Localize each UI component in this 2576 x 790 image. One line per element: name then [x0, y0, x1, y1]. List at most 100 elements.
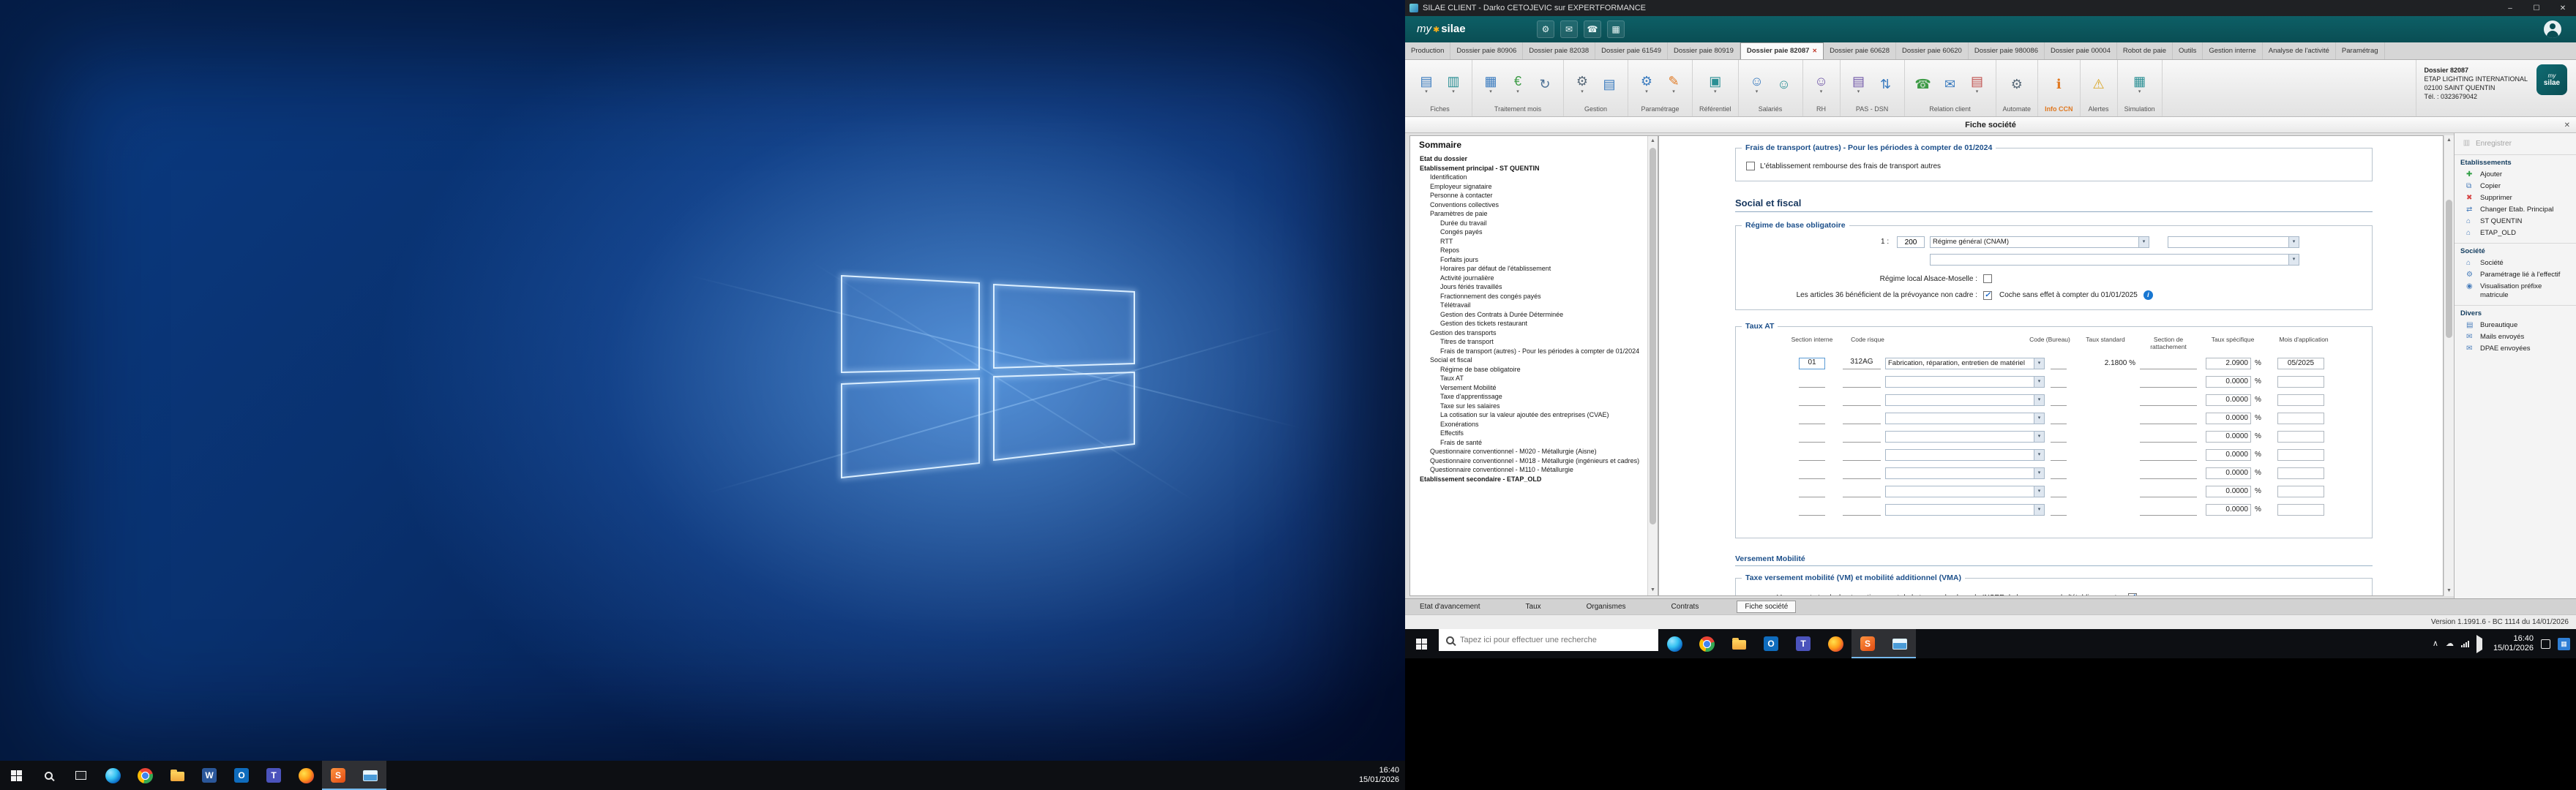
dossier-tab[interactable]: Dossier paie 80906: [1450, 42, 1523, 59]
dossier-tab[interactable]: Dossier paie 61549: [1595, 42, 1668, 59]
file-explorer-button[interactable]: [161, 761, 193, 790]
sommaire-item[interactable]: Employeur signataire: [1411, 182, 1647, 192]
taux-specifique-input[interactable]: 0.0000: [2206, 394, 2251, 406]
section-interne-input[interactable]: [1799, 486, 1825, 497]
scroll-down-icon[interactable]: ▼: [1648, 585, 1658, 595]
action-item[interactable]: ⚙ Paramétrage lié à l'effectif: [2455, 269, 2576, 281]
action-item[interactable]: ◉ Visualisation préfixe matricule: [2455, 281, 2576, 301]
alertes-button[interactable]: ⚠: [2087, 68, 2111, 100]
code-risque-input[interactable]: [1843, 376, 1881, 388]
dossier-tab[interactable]: Dossier paie 80919: [1668, 42, 1740, 59]
action-center-icon[interactable]: [2541, 639, 2550, 649]
section-rattachement-input[interactable]: [2140, 413, 2197, 424]
sommaire-item[interactable]: Effectifs: [1411, 429, 1647, 438]
code-risque-input[interactable]: [1843, 413, 1881, 424]
chrome-taskbar-button[interactable]: [129, 761, 161, 790]
code-bureau-input[interactable]: [2051, 394, 2067, 406]
traitement-cloture-button[interactable]: ↻: [1533, 68, 1557, 100]
section-interne-input[interactable]: [1799, 467, 1825, 479]
code-risque-input[interactable]: [1843, 431, 1881, 443]
code-risque-input[interactable]: [1843, 504, 1881, 516]
section-rattachement-input[interactable]: [2140, 431, 2197, 443]
sommaire-item[interactable]: Télétravail: [1411, 301, 1647, 310]
sommaire-item[interactable]: Gestion des Contrats à Durée Déterminée: [1411, 310, 1647, 320]
sommaire-scrollbar[interactable]: ▲ ▼: [1647, 136, 1658, 595]
sommaire-item[interactable]: Identification: [1411, 173, 1647, 182]
scroll-up-icon[interactable]: ▲: [1648, 136, 1658, 146]
taux-specifique-input[interactable]: 0.0000: [2206, 449, 2251, 461]
relation-client-dossier-button[interactable]: ▤ ▾: [1966, 68, 1989, 100]
tab-close-icon[interactable]: ✕: [1812, 43, 1817, 59]
sommaire-item[interactable]: Questionnaire conventionnel - M110 - Mét…: [1411, 465, 1647, 475]
action-item[interactable]: ✉ Mails envoyés: [2455, 331, 2576, 343]
dossier-tab[interactable]: Dossier paie 60628: [1824, 42, 1896, 59]
sommaire-item[interactable]: RTT: [1411, 237, 1647, 247]
automate-button[interactable]: ⚙: [2005, 68, 2029, 100]
code-risque-combo[interactable]: ▾: [1885, 486, 2045, 497]
code-bureau-input[interactable]: [2051, 467, 2067, 479]
action-item[interactable]: ✉ DPAE envoyées: [2455, 343, 2576, 355]
rh-button[interactable]: ☺ ▾: [1810, 68, 1833, 100]
sommaire-item[interactable]: La cotisation sur la valeur ajoutée des …: [1411, 410, 1647, 420]
user-avatar[interactable]: [2544, 20, 2561, 38]
taux-specifique-input[interactable]: 2.0900: [2206, 358, 2251, 369]
scroll-down-icon[interactable]: ▼: [2444, 586, 2454, 596]
sommaire-item[interactable]: Congés payés: [1411, 227, 1647, 237]
edge-taskbar-button[interactable]: [1658, 629, 1690, 658]
regime-combo-row2[interactable]: ▾: [1930, 254, 2299, 266]
sommaire-item[interactable]: Taxe sur les salaires: [1411, 402, 1647, 411]
silae-taskbar-button[interactable]: S: [322, 761, 354, 790]
action-item[interactable]: Divers: [2455, 305, 2576, 320]
section-rattachement-input[interactable]: [2140, 376, 2197, 388]
calendar-icon[interactable]: ▦: [1607, 20, 1625, 38]
sommaire-item[interactable]: Durée du travail: [1411, 219, 1647, 228]
silae-taskbar-button[interactable]: S: [1852, 629, 1884, 658]
mois-application-input[interactable]: [2277, 504, 2324, 516]
minimize-button[interactable]: –: [2497, 0, 2523, 16]
scrollbar-thumb[interactable]: [1650, 148, 1656, 524]
action-item[interactable]: ⌂ ST QUENTIN: [2455, 216, 2576, 227]
simulation-button[interactable]: ▦ ▾: [2128, 68, 2152, 100]
remote-desktop-taskbar-button[interactable]: [354, 761, 386, 790]
taux-specifique-input[interactable]: 0.0000: [2206, 413, 2251, 424]
code-bureau-input[interactable]: [2051, 376, 2067, 388]
messages-icon[interactable]: ✉: [1560, 20, 1578, 38]
bottom-tab[interactable]: Fiche société: [1737, 601, 1796, 613]
sommaire-item[interactable]: Horaires par défaut de l'établissement: [1411, 264, 1647, 274]
network-icon[interactable]: [2461, 640, 2469, 647]
pas-dsn-echanges-button[interactable]: ⇅: [1874, 68, 1898, 100]
parametrage-edition-button[interactable]: ✎ ▾: [1662, 68, 1685, 100]
traitement-paiement-button[interactable]: € ▾: [1506, 68, 1530, 100]
tray-app-icon[interactable]: ▦: [2558, 638, 2570, 650]
code-bureau-input[interactable]: [2051, 431, 2067, 443]
code-risque-input[interactable]: [1843, 467, 1881, 479]
search-button[interactable]: [32, 761, 64, 790]
dossier-tab[interactable]: Dossier paie 60620: [1896, 42, 1969, 59]
sommaire-item[interactable]: Taux AT: [1411, 374, 1647, 383]
code-risque-combo[interactable]: ▾: [1885, 449, 2045, 461]
sommaire-item[interactable]: Repos: [1411, 246, 1647, 255]
dropdown-icon[interactable]: ▾: [2034, 468, 2044, 478]
volume-icon[interactable]: [2476, 639, 2486, 650]
sommaire-item[interactable]: Forfaits jours: [1411, 255, 1647, 265]
sommaire-item[interactable]: Questionnaire conventionnel - M018 - Mét…: [1411, 456, 1647, 466]
action-item[interactable]: ✖ Supprimer: [2455, 192, 2576, 204]
taux-specifique-input[interactable]: 0.0000: [2206, 467, 2251, 479]
code-risque-combo[interactable]: ▾: [1885, 467, 2045, 479]
window-titlebar[interactable]: SILAE CLIENT - Darko CETOJEVIC sur EXPER…: [1405, 0, 2576, 16]
dropdown-icon[interactable]: ▾: [2034, 432, 2044, 442]
section-rattachement-input[interactable]: [2140, 467, 2197, 479]
sommaire-item[interactable]: Jours fériés travaillés: [1411, 282, 1647, 292]
maximize-button[interactable]: ☐: [2523, 0, 2550, 16]
dropdown-icon[interactable]: ▾: [2034, 377, 2044, 387]
section-rattachement-input[interactable]: [2140, 486, 2197, 497]
pas-dsn-declaration-button[interactable]: ▤ ▾: [1847, 68, 1871, 100]
teams-taskbar-button[interactable]: T: [1787, 629, 1819, 658]
remote-desktop-taskbar-button[interactable]: [1884, 629, 1916, 658]
action-item[interactable]: ⇄ Changer Etab. Principal: [2455, 204, 2576, 216]
code-risque-input[interactable]: [1843, 449, 1881, 461]
content-scrollbar[interactable]: ▲ ▼: [2444, 135, 2454, 596]
mois-application-input[interactable]: [2277, 449, 2324, 461]
file-explorer-button[interactable]: [1723, 629, 1755, 658]
gestion-documents-button[interactable]: ▤: [1598, 68, 1621, 100]
